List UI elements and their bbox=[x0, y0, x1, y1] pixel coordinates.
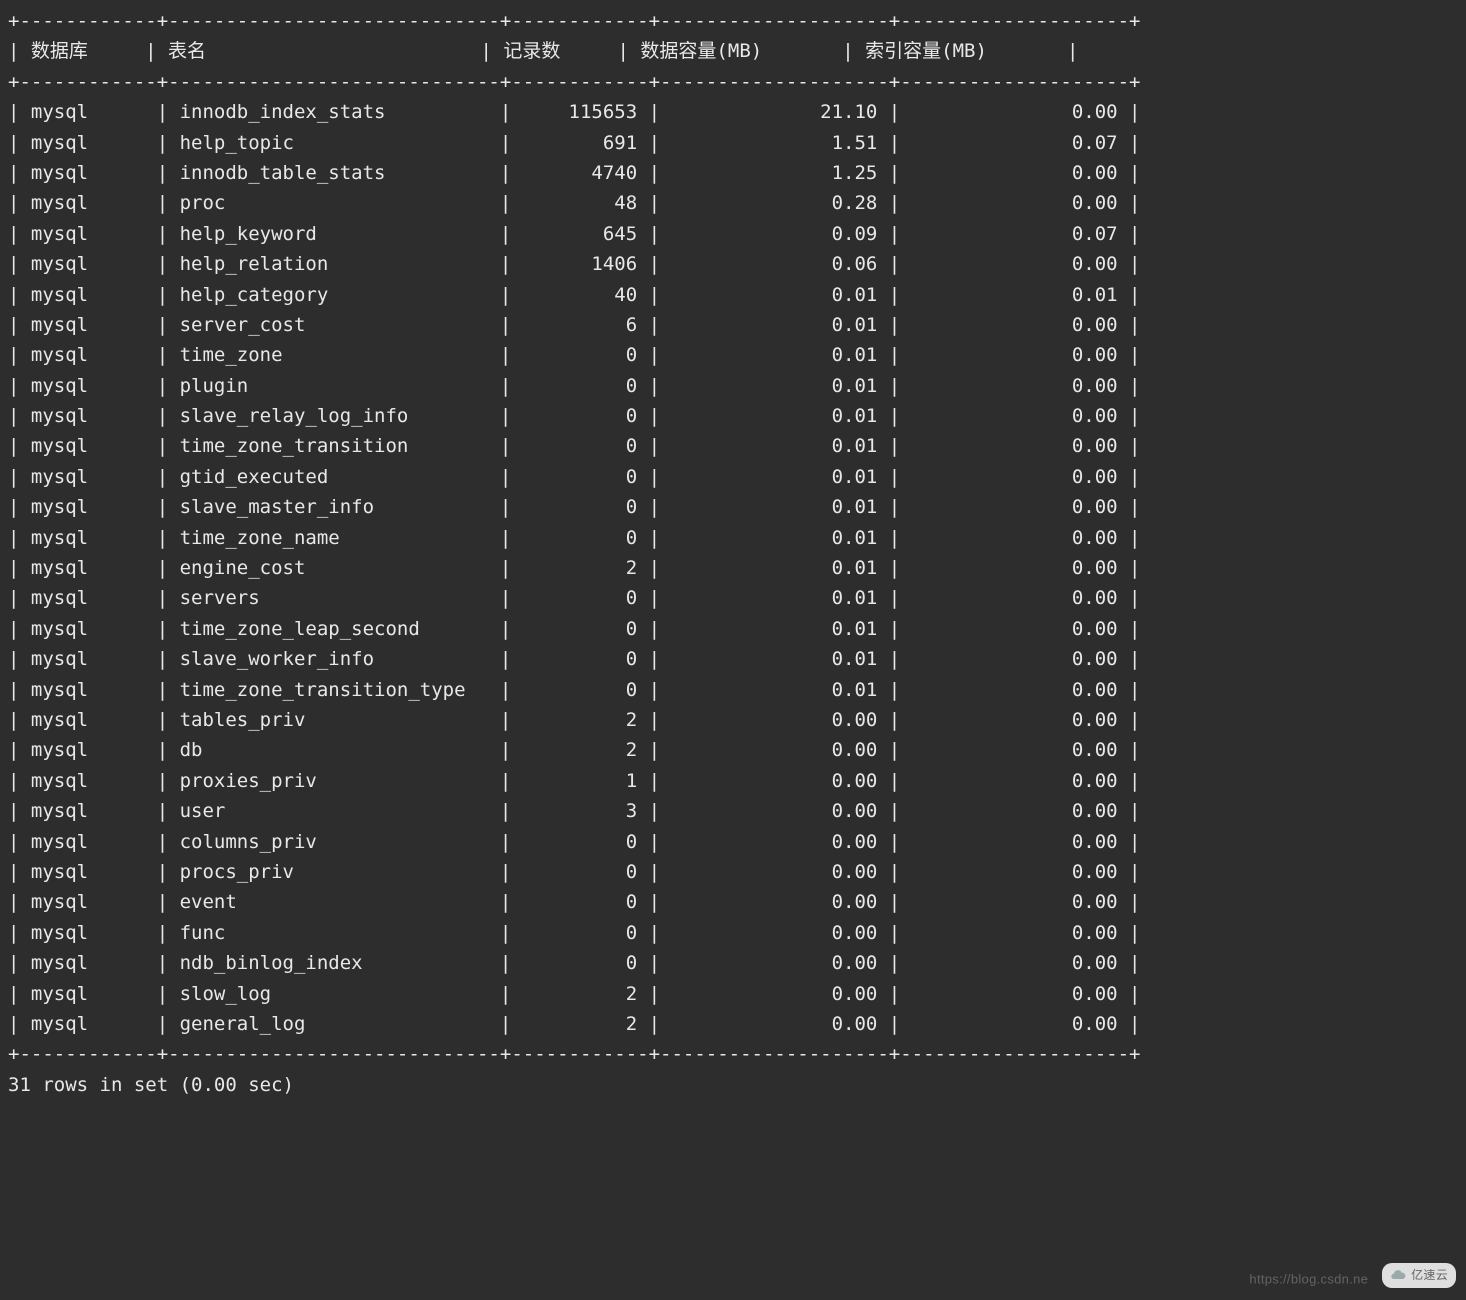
cloud-icon bbox=[1390, 1267, 1406, 1283]
watermark-badge: 亿速云 bbox=[1382, 1263, 1456, 1288]
watermark-url: https://blog.csdn.ne bbox=[1249, 1271, 1368, 1286]
mysql-result-table: +------------+--------------------------… bbox=[8, 6, 1458, 1070]
watermark: https://blog.csdn.ne 亿速云 bbox=[1249, 1263, 1456, 1290]
result-footer: 31 rows in set (0.00 sec) bbox=[8, 1070, 1458, 1100]
